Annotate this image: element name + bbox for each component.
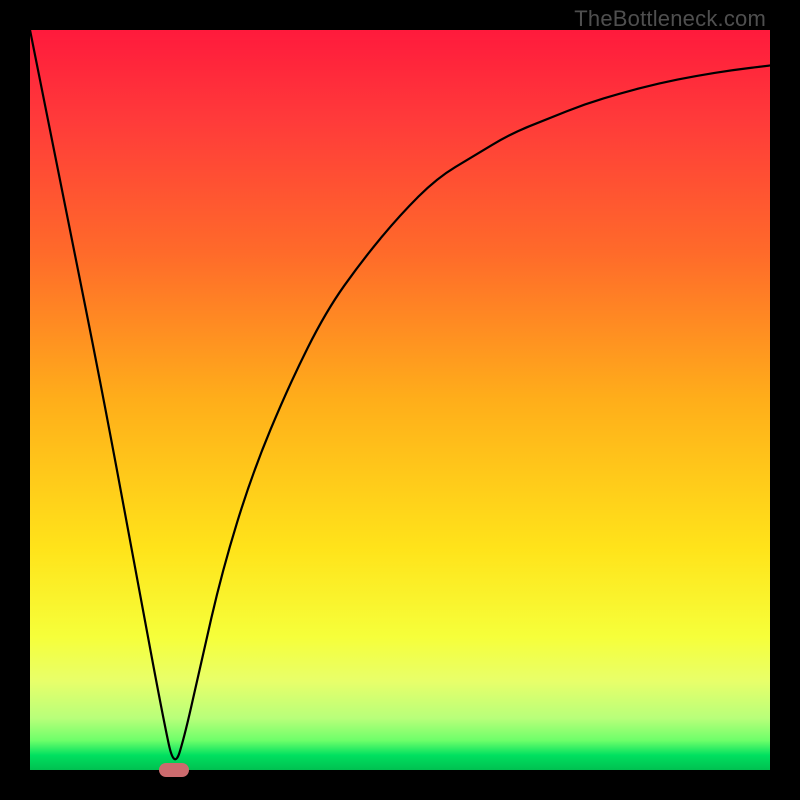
optimal-marker [159,763,189,777]
plot-area [30,30,770,770]
watermark-text: TheBottleneck.com [574,6,766,32]
curve-svg [30,30,770,770]
chart-frame: TheBottleneck.com [0,0,800,800]
bottleneck-curve [30,30,770,759]
